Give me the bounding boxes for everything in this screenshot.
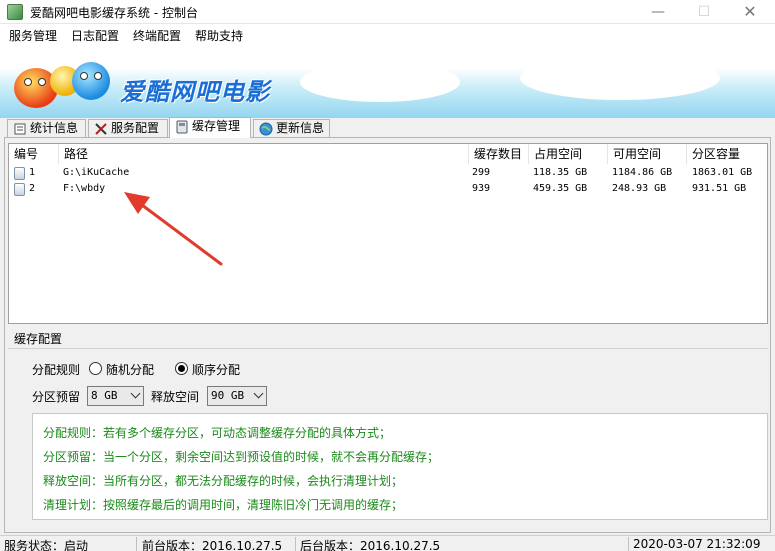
drive-icon [14, 167, 25, 180]
disk-icon [176, 120, 188, 134]
mascot-logo [14, 60, 110, 112]
maximize-button[interactable]: ☐ [681, 0, 727, 24]
tab-bar: 统计信息 服务配置 缓存管理 更新信息 [0, 117, 775, 138]
cache-list[interactable]: 编号 路径 缓存数目 占用空间 可用空间 分区容量 1 G:\iKuCache … [8, 143, 768, 324]
cache-config-title: 缓存配置 [14, 332, 63, 346]
status-datetime: 2020-03-07 21:32:09 [633, 537, 761, 551]
tools-icon [95, 123, 107, 135]
close-button[interactable]: ✕ [727, 0, 773, 24]
radio-random-alloc[interactable] [89, 362, 102, 375]
menu-terminal-config[interactable]: 终端配置 [133, 27, 181, 44]
tab-service-config[interactable]: 服务配置 [88, 119, 168, 138]
column-path[interactable]: 路径 [59, 144, 469, 164]
menu-help-support[interactable]: 帮助支持 [195, 27, 243, 44]
back-version: 后台版本：2016.10.27.5 [300, 539, 441, 551]
release-select[interactable]: 90 GB [207, 386, 267, 406]
front-version: 前台版本：2016.10.27.5 [142, 539, 283, 551]
menu-bar: 服务管理 日志配置 终端配置 帮助支持 [0, 24, 775, 46]
column-id[interactable]: 编号 [9, 144, 59, 164]
column-free-space[interactable]: 可用空间 [608, 144, 687, 164]
tab-statistics[interactable]: 统计信息 [7, 119, 86, 138]
divider [8, 348, 768, 349]
help-text-box: 分配规则：若有多个缓存分区，可动态调整缓存分配的具体方式； 分区预留：当一个分区… [32, 413, 768, 520]
menu-log-config[interactable]: 日志配置 [71, 27, 119, 44]
column-cache-count[interactable]: 缓存数目 [469, 144, 529, 164]
globe-icon [259, 122, 273, 136]
help-line: 分配规则：若有多个缓存分区，可动态调整缓存分配的具体方式； [43, 426, 392, 440]
reserve-label: 分区预留 [32, 390, 81, 404]
alloc-rule-label: 分配规则 [32, 363, 81, 377]
app-icon [7, 4, 23, 20]
brand-title: 爱酷网吧电影 [120, 78, 270, 106]
table-row[interactable]: 1 G:\iKuCache 299 118.35 GB 1184.86 GB 1… [9, 166, 767, 182]
reserve-select[interactable]: 8 GB [87, 386, 144, 406]
table-row[interactable]: 2 F:\wbdy 939 459.35 GB 248.93 GB 931.51… [9, 182, 767, 198]
status-bar: 服务状态：启动 前台版本：2016.10.27.5 后台版本：2016.10.2… [0, 535, 775, 551]
release-label: 释放空间 [151, 390, 200, 404]
help-line: 分区预留：当一个分区，剩余空间达到预设值的时候，就不会再分配缓存； [43, 450, 440, 464]
radio-sequential-alloc[interactable] [175, 362, 188, 375]
drive-icon [14, 183, 25, 196]
radio-random-alloc-label[interactable]: 随机分配 [106, 361, 154, 378]
radio-sequential-alloc-label[interactable]: 顺序分配 [192, 361, 240, 378]
column-used-space[interactable]: 占用空间 [529, 144, 608, 164]
service-status: 服务状态：启动 [4, 539, 89, 551]
banner: 爱酷网吧电影 [0, 46, 775, 118]
minimize-button[interactable]: — [635, 0, 681, 24]
menu-service-management[interactable]: 服务管理 [9, 27, 57, 44]
stats-icon [14, 123, 26, 135]
column-capacity[interactable]: 分区容量 [687, 144, 767, 164]
help-line: 清理计划：按照缓存最后的调用时间，清理陈旧冷门无调用的缓存； [43, 498, 404, 512]
tab-cache-management[interactable]: 缓存管理 [169, 117, 251, 138]
window-title: 爱酷网吧电影缓存系统 - 控制台 [30, 6, 198, 20]
title-bar: 爱酷网吧电影缓存系统 - 控制台 — ☐ ✕ [0, 0, 775, 24]
chevron-down-icon [253, 388, 264, 399]
tab-update-info[interactable]: 更新信息 [253, 119, 330, 138]
list-header: 编号 路径 缓存数目 占用空间 可用空间 分区容量 [9, 144, 767, 164]
help-line: 释放空间：当所有分区，都无法分配缓存的时候，会执行清理计划； [43, 474, 404, 488]
chevron-down-icon [130, 388, 141, 399]
